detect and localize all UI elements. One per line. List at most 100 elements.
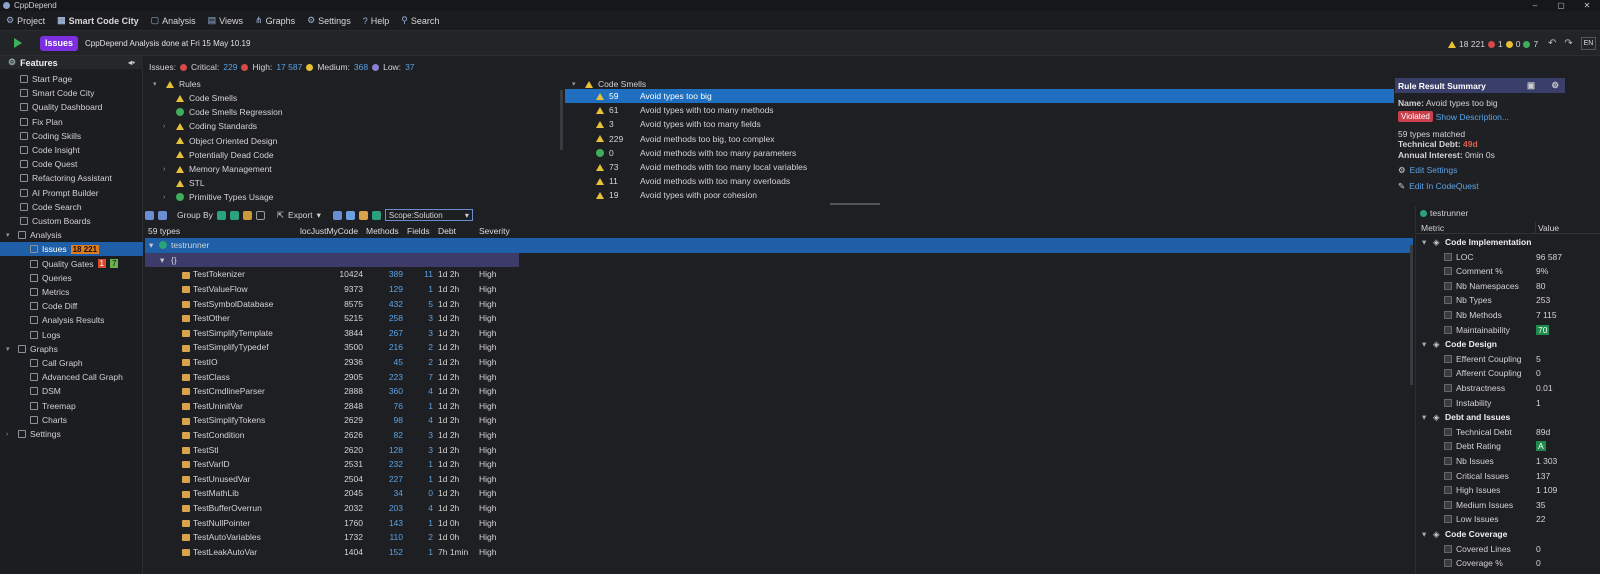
methods-cell[interactable]: 152 bbox=[366, 547, 403, 557]
fields-cell[interactable]: 0 bbox=[407, 488, 433, 498]
fields-cell[interactable]: 4 bbox=[407, 386, 433, 396]
methods-cell[interactable]: 267 bbox=[366, 328, 403, 338]
table-row[interactable]: TestSimplifyTokens 2629 98 4 1d 2h High bbox=[145, 413, 1413, 428]
sidebar-item-custom-boards[interactable]: Custom Boards bbox=[20, 214, 91, 228]
sidebar-item-advanced-call-graph[interactable]: Advanced Call Graph bbox=[30, 370, 123, 384]
grid-column-header[interactable]: Severity bbox=[479, 226, 510, 238]
chevron-down-icon[interactable]: ▾ bbox=[317, 210, 321, 221]
metric-row[interactable]: Nb Types 253 bbox=[1416, 293, 1600, 308]
table-row[interactable]: TestOther 5215 258 3 1d 2h High bbox=[145, 311, 1413, 326]
metric-group[interactable]: ▾ ◈ Code Coverage bbox=[1416, 527, 1600, 542]
fields-cell[interactable]: 3 bbox=[407, 313, 433, 323]
sidebar-item-call-graph[interactable]: Call Graph bbox=[30, 356, 83, 370]
table-row[interactable]: TestLeakAutoVar 1404 152 1 7h 1min High bbox=[145, 545, 1413, 560]
tool-icon-4[interactable] bbox=[371, 210, 381, 220]
metric-row[interactable]: Afferent Coupling 0 bbox=[1416, 366, 1600, 381]
rule-item[interactable]: STL bbox=[163, 176, 205, 190]
methods-cell[interactable]: 203 bbox=[366, 503, 403, 513]
fields-cell[interactable]: 2 bbox=[407, 357, 433, 367]
chevron-down-icon[interactable]: ▾ bbox=[1422, 339, 1426, 350]
sidebar-item-quality-gates[interactable]: Quality Gates 1 7 bbox=[30, 257, 119, 271]
menu-settings[interactable]: ⚙ Settings bbox=[301, 11, 357, 31]
copy-icon[interactable]: ▣ bbox=[1527, 80, 1535, 91]
fields-cell[interactable]: 3 bbox=[407, 445, 433, 455]
chevron-down-icon[interactable]: ▾ bbox=[1422, 529, 1426, 540]
table-row[interactable]: TestClass 2905 223 7 1d 2h High bbox=[145, 370, 1413, 385]
fields-cell[interactable]: 11 bbox=[407, 269, 433, 279]
metric-group[interactable]: ▾ ◈ Code Implementation bbox=[1416, 235, 1600, 250]
run-analysis-icon[interactable] bbox=[14, 38, 22, 48]
document-icon[interactable] bbox=[255, 210, 265, 220]
table-row[interactable]: TestCmdlineParser 2888 360 4 1d 2h High bbox=[145, 384, 1413, 399]
methods-cell[interactable]: 128 bbox=[366, 445, 403, 455]
sidebar-item-charts[interactable]: Charts bbox=[30, 413, 67, 427]
chevron-icon[interactable]: ▾ bbox=[6, 345, 14, 353]
tool-icon-3[interactable] bbox=[358, 210, 368, 220]
chevron-right-icon[interactable]: › bbox=[163, 166, 171, 173]
methods-cell[interactable]: 360 bbox=[366, 386, 403, 396]
metric-row[interactable]: Maintainability 70 bbox=[1416, 323, 1600, 338]
fields-cell[interactable]: 3 bbox=[407, 328, 433, 338]
fields-cell[interactable]: 1 bbox=[407, 518, 433, 528]
sidebar-item-treemap[interactable]: Treemap bbox=[30, 399, 76, 413]
table-row[interactable]: TestNullPointer 1760 143 1 1d 0h High bbox=[145, 516, 1413, 531]
namespace-row[interactable]: ▾ {} bbox=[145, 252, 519, 268]
smell-rule-row[interactable]: 11 Avoid methods with too many overloads bbox=[565, 174, 1394, 188]
rules-scrollbar[interactable] bbox=[560, 90, 563, 150]
back-icon[interactable]: ↶ bbox=[1548, 38, 1556, 49]
methods-cell[interactable]: 34 bbox=[366, 488, 403, 498]
sidebar-item-start-page[interactable]: Start Page bbox=[20, 72, 72, 86]
smell-rule-row[interactable]: 59 Avoid types too big bbox=[565, 89, 1394, 103]
metric-row[interactable]: Nb Issues 1 303 bbox=[1416, 454, 1600, 469]
metric-row[interactable]: Medium Issues 35 bbox=[1416, 498, 1600, 513]
grid-root-row[interactable]: ▾ testrunner bbox=[145, 238, 1413, 253]
close-icon[interactable]: ✕ bbox=[1574, 0, 1600, 11]
scope-dropdown[interactable]: Scope:Solution ▾ bbox=[384, 209, 473, 221]
table-row[interactable]: TestVarID 2531 232 1 1d 2h High bbox=[145, 457, 1413, 472]
grid-column-header[interactable]: Methods bbox=[366, 226, 399, 238]
grid-scrollbar[interactable] bbox=[1410, 245, 1413, 385]
table-row[interactable]: TestStl 2620 128 3 1d 2h High bbox=[145, 443, 1413, 458]
grid-column-header[interactable]: locJustMyCode bbox=[300, 226, 358, 238]
sidebar-item-logs[interactable]: Logs bbox=[30, 328, 60, 342]
pin-icon[interactable]: ◂▪ bbox=[128, 58, 135, 67]
table-row[interactable]: TestUnusedVar 2504 227 1 1d 2h High bbox=[145, 472, 1413, 487]
methods-cell[interactable]: 432 bbox=[366, 299, 403, 309]
tool-icon-2[interactable] bbox=[345, 210, 355, 220]
medium-count[interactable]: 368 bbox=[354, 62, 368, 72]
metric-row[interactable]: Comment % 9% bbox=[1416, 264, 1600, 279]
metric-row[interactable]: Coverage % 0 bbox=[1416, 556, 1600, 571]
metric-row[interactable]: Efferent Coupling 5 bbox=[1416, 352, 1600, 367]
smell-rule-row[interactable]: 0 Avoid methods with too many parameters bbox=[565, 146, 1394, 160]
fields-cell[interactable]: 2 bbox=[407, 342, 433, 352]
methods-cell[interactable]: 129 bbox=[366, 284, 403, 294]
metric-column-header[interactable]: Metric bbox=[1421, 223, 1444, 233]
rule-item[interactable]: Object Oriented Design bbox=[163, 134, 277, 148]
issue-counters[interactable]: 18 221 1 0 7 bbox=[1448, 39, 1538, 49]
menu-project[interactable]: ⚙ Project bbox=[0, 11, 51, 31]
table-row[interactable]: TestTokenizer 10424 389 11 1d 2h High bbox=[145, 267, 1413, 282]
methods-cell[interactable]: 110 bbox=[366, 532, 403, 542]
rule-item[interactable]: › Coding Standards bbox=[163, 119, 257, 133]
rules-root[interactable]: ▾ Rules bbox=[153, 77, 201, 91]
rule-item[interactable]: Code Smells Regression bbox=[163, 105, 283, 119]
chevron-down-icon[interactable]: ▾ bbox=[160, 255, 164, 266]
table-row[interactable]: TestBufferOverrun 2032 203 4 1d 2h High bbox=[145, 501, 1413, 516]
group-namespace-icon[interactable] bbox=[216, 210, 226, 220]
smell-rule-row[interactable]: 3 Avoid types with too many fields bbox=[565, 117, 1394, 131]
sidebar-item-quality-dashboard[interactable]: Quality Dashboard bbox=[20, 100, 102, 114]
sidebar-item-ai-prompt-builder[interactable]: AI Prompt Builder bbox=[20, 186, 99, 200]
smell-rule-row[interactable]: 61 Avoid types with too many methods bbox=[565, 103, 1394, 117]
methods-cell[interactable]: 76 bbox=[366, 401, 403, 411]
fields-cell[interactable]: 1 bbox=[407, 474, 433, 484]
methods-cell[interactable]: 389 bbox=[366, 269, 403, 279]
menu-views[interactable]: ▤ Views bbox=[202, 11, 249, 31]
group-type-icon[interactable] bbox=[229, 210, 239, 220]
sidebar-item-code-insight[interactable]: Code Insight bbox=[20, 143, 80, 157]
rule-item[interactable]: › Memory Management bbox=[163, 162, 272, 176]
metric-row[interactable]: Abstractness 0.01 bbox=[1416, 381, 1600, 396]
fields-cell[interactable]: 1 bbox=[407, 401, 433, 411]
chevron-down-icon[interactable]: ▾ bbox=[149, 240, 153, 251]
smell-rule-row[interactable]: 73 Avoid methods with too many local vari… bbox=[565, 160, 1394, 174]
fields-cell[interactable]: 7 bbox=[407, 372, 433, 382]
